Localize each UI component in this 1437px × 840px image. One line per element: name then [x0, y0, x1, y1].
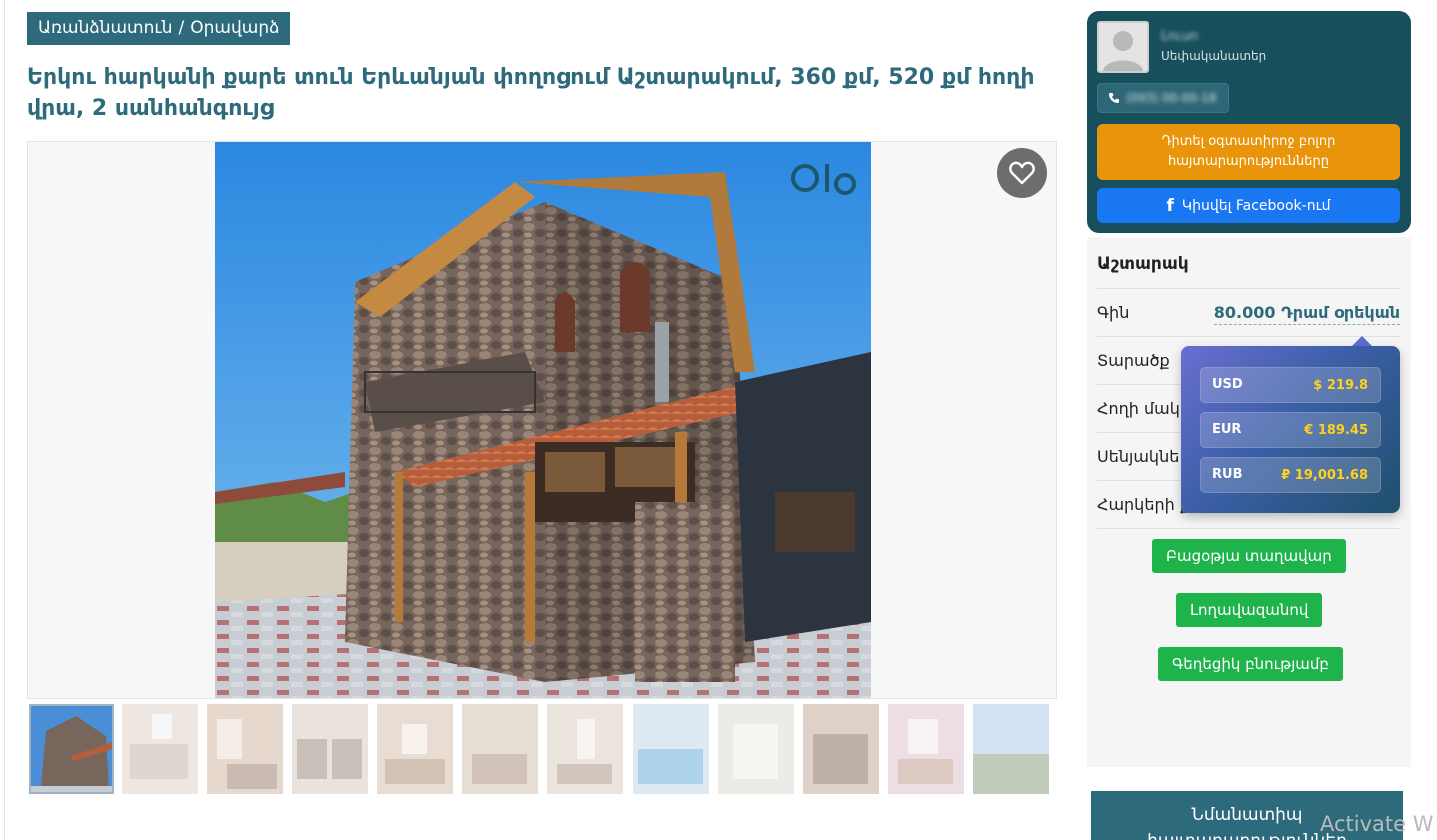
facebook-icon: f — [1166, 195, 1174, 216]
thumbnail-6[interactable] — [462, 704, 538, 794]
currency-row-usd: USD $ 219.8 — [1200, 367, 1381, 403]
house-photo — [215, 142, 871, 698]
listing-page: Առանձնատուն / Օրավարձ Երկու հարկանի քարե տ… — [0, 0, 1437, 840]
tag-pool[interactable]: Լողավազանով — [1176, 593, 1323, 627]
detail-label: Տարածք — [1097, 351, 1170, 370]
thumbnail-1[interactable] — [29, 704, 114, 794]
heart-icon — [1009, 161, 1035, 185]
thumbnail-11[interactable] — [888, 704, 964, 794]
currency-row-eur: EUR € 189.45 — [1200, 412, 1381, 448]
tag-nature[interactable]: Գեղեցիկ բնությամբ — [1158, 647, 1343, 681]
thumbnail-2[interactable] — [122, 704, 198, 794]
thumbnail-12[interactable] — [973, 704, 1049, 794]
seller-name[interactable]: Լուսո — [1161, 29, 1198, 44]
seller-role: Սեփականատեր — [1161, 49, 1267, 63]
currency-code: RUB — [1212, 467, 1243, 482]
currency-value: $ 219.8 — [1313, 378, 1368, 393]
page-left-border — [4, 0, 5, 840]
location-name: Աշտարակ — [1097, 254, 1189, 274]
os-activation-watermark: Activate W — [1320, 812, 1434, 836]
detail-label: Սենյակնե — [1097, 447, 1180, 466]
phone-number: (093) 00-00-18 — [1126, 91, 1217, 105]
tag-outdoor-pavilion[interactable]: Բացօթյա տաղավար — [1152, 539, 1346, 573]
main-photo[interactable] — [215, 142, 871, 698]
share-facebook-button[interactable]: f Կիսվել Facebook-ում — [1097, 188, 1400, 223]
breadcrumb-current[interactable]: Օրավարձ — [190, 18, 279, 38]
share-facebook-label: Կիսվել Facebook-ում — [1181, 197, 1331, 214]
thumbnail-8[interactable] — [633, 704, 709, 794]
thumbnail-9[interactable] — [718, 704, 794, 794]
favorite-button[interactable] — [997, 148, 1047, 198]
phone-icon — [1109, 93, 1119, 103]
detail-label: Գին — [1097, 303, 1130, 322]
detail-label: Հարկերի ք — [1097, 495, 1191, 514]
breadcrumb-home[interactable]: Առանձնատուն — [38, 18, 173, 38]
photo-gallery — [27, 141, 1057, 699]
thumbnail-4[interactable] — [292, 704, 368, 794]
thumbnail-5[interactable] — [377, 704, 453, 794]
user-placeholder-icon — [1103, 31, 1143, 71]
currency-code: EUR — [1212, 422, 1242, 437]
phone-button[interactable]: (093) 00-00-18 — [1097, 83, 1229, 113]
detail-row-price: Գին 80.000 Դրամ օրեկան — [1097, 288, 1400, 336]
avatar — [1097, 21, 1149, 73]
listing-title: Երկու հարկանի քարե տուն Երևանյան փողոցու… — [27, 65, 1035, 121]
detail-label: Հողի մակ — [1097, 399, 1180, 418]
currency-value: ₽ 19,001.68 — [1281, 468, 1368, 483]
view-all-ads-button[interactable]: Դիտել օգտատիրոջ բոլոր հայտարարություններ… — [1097, 124, 1400, 180]
thumbnail-3[interactable] — [207, 704, 283, 794]
thumbnail-strip — [29, 704, 1051, 794]
breadcrumb-separator: / — [178, 18, 185, 38]
seller-card: Լուսո Սեփականատեր (093) 00-00-18 Դիտել օ… — [1087, 11, 1411, 233]
currency-row-rub: RUB ₽ 19,001.68 — [1200, 457, 1381, 493]
currency-value: € 189.45 — [1304, 423, 1368, 438]
currency-code: USD — [1212, 377, 1243, 392]
thumbnail-10[interactable] — [803, 704, 879, 794]
price-value[interactable]: 80.000 Դրամ օրեկան — [1213, 303, 1400, 325]
thumbnail-7[interactable] — [547, 704, 623, 794]
currency-popover: USD $ 219.8 EUR € 189.45 RUB ₽ 19,001.68 — [1181, 336, 1400, 513]
detail-divider — [1097, 528, 1400, 529]
breadcrumb: Առանձնատուն / Օրավարձ — [27, 12, 291, 45]
